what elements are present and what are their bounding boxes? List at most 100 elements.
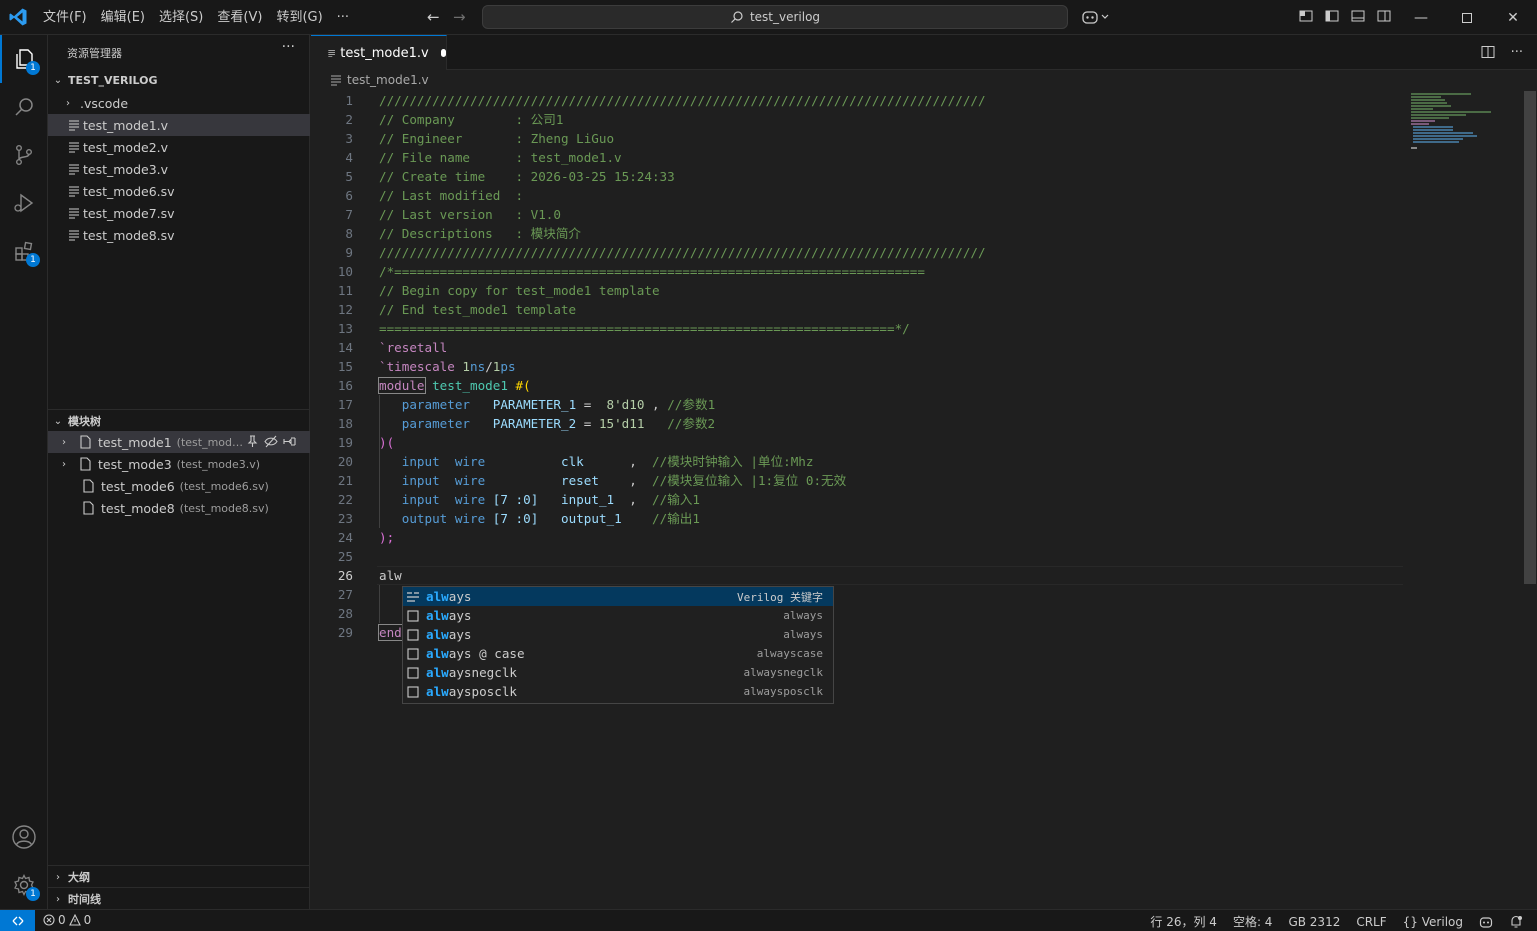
unsaved-dot-icon[interactable]: [440, 49, 446, 57]
maximize-button[interactable]: [1444, 0, 1490, 35]
toggle-primary-sidebar-icon[interactable]: [1325, 9, 1339, 23]
module-item-test-mode8[interactable]: test_mode8 (test_mode8.sv): [48, 497, 310, 519]
search-icon: [731, 11, 743, 23]
code-editor[interactable]: 1 2 3 4 5 6 7 8 9 10 11 12 13 14 15 16 1…: [311, 91, 1537, 909]
source-control-activity[interactable]: [0, 131, 48, 179]
line-number: 11: [337, 283, 353, 298]
close-button[interactable]: ✕: [1490, 0, 1536, 35]
text-file-icon: [69, 208, 79, 219]
suggestion-item[interactable]: alw ays @ case alwayscase: [403, 644, 833, 663]
module-item-test-mode6[interactable]: test_mode6 (test_mode6.sv): [48, 475, 310, 497]
manage-activity[interactable]: 1: [0, 861, 48, 909]
status-bar-right: 行 26，列 4 空格: 4 GB 2312 CRLF {} Verilog: [1150, 913, 1523, 930]
forward-arrow-icon[interactable]: →: [453, 8, 466, 26]
text-file-icon: [331, 75, 341, 86]
workspace-folder-header[interactable]: ⌄ TEST_VERILOG: [48, 69, 310, 91]
extensions-badge: 1: [26, 253, 40, 267]
search-activity[interactable]: [0, 83, 48, 131]
back-arrow-icon[interactable]: ←: [427, 8, 440, 26]
toggle-panel-icon[interactable]: [1351, 9, 1365, 23]
copilot-status-icon[interactable]: [1479, 915, 1493, 929]
line-number: 7: [345, 207, 353, 222]
encoding[interactable]: GB 2312: [1288, 915, 1340, 929]
line-number: 21: [337, 473, 353, 488]
copilot-icon[interactable]: [1081, 9, 1109, 25]
file-test-mode3-v[interactable]: test_mode3.v: [48, 158, 310, 180]
menu-file[interactable]: 文件(F): [36, 0, 94, 35]
module-tree-header[interactable]: ⌄ 模块树: [48, 410, 310, 432]
code-line: // Last modified :: [379, 188, 524, 203]
file-test-mode8-sv[interactable]: test_mode8.sv: [48, 224, 310, 246]
explorer-activity[interactable]: 1: [0, 35, 48, 83]
module-name: test_mode8: [101, 500, 175, 516]
menu-view[interactable]: 查看(V): [210, 0, 269, 35]
tab-test-mode1-v[interactable]: test_mode1.v: [311, 35, 447, 70]
sidebar-more-actions[interactable]: ···: [282, 39, 295, 55]
suggestion-detail: alwaysposclk: [743, 685, 823, 698]
line-number: 3: [345, 131, 353, 146]
suggestion-item[interactable]: alw ays always: [403, 625, 833, 644]
menu-go[interactable]: 转到(G): [269, 0, 329, 35]
line-number: 1: [345, 93, 353, 108]
breadcrumb-file: test_mode1.v: [347, 73, 429, 87]
code-line: // File name : test_mode1.v: [379, 150, 622, 165]
more-actions-icon[interactable]: ···: [1511, 45, 1523, 60]
file-test-mode6-sv[interactable]: test_mode6.sv: [48, 180, 310, 202]
snippet-icon: [406, 647, 420, 661]
folder-vscode[interactable]: › .vscode: [48, 92, 310, 114]
scrollbar-thumb[interactable]: [1524, 91, 1536, 584]
end-of-line[interactable]: CRLF: [1356, 915, 1386, 929]
file-test-mode2-v[interactable]: test_mode2.v: [48, 136, 310, 158]
eye-closed-icon[interactable]: [264, 435, 278, 448]
language-mode[interactable]: {} Verilog: [1403, 915, 1463, 929]
toggle-secondary-sidebar-icon[interactable]: [1377, 9, 1391, 23]
line-number: 10: [337, 264, 353, 279]
accounts-activity[interactable]: [0, 813, 48, 861]
run-debug-activity[interactable]: [0, 179, 48, 227]
tree-item-label: test_mode6.sv: [83, 183, 175, 199]
menu-more[interactable]: ···: [330, 0, 356, 35]
remote-indicator[interactable]: [0, 910, 35, 931]
search-icon: [15, 98, 33, 116]
line-number: 5: [345, 169, 353, 184]
chevron-down-icon: ⌄: [53, 415, 63, 427]
breadcrumb[interactable]: test_mode1.v: [329, 73, 429, 87]
pin-icon[interactable]: [246, 435, 259, 448]
customize-layout-icon[interactable]: [1299, 9, 1313, 23]
timeline-header[interactable]: › 时间线: [48, 888, 310, 910]
warning-icon: [68, 914, 81, 926]
unpin-icon[interactable]: [283, 435, 296, 448]
notifications-bell-icon[interactable]: [1509, 915, 1523, 929]
split-editor-icon[interactable]: [1481, 45, 1495, 59]
vertical-scrollbar[interactable]: [1523, 91, 1537, 909]
account-icon: [12, 825, 36, 849]
problems-indicator[interactable]: 0 0: [43, 913, 91, 927]
module-file-icon: [80, 435, 91, 449]
module-item-test-mode3[interactable]: › test_mode3 (test_mode3.v): [48, 453, 310, 475]
indentation[interactable]: 空格: 4: [1233, 913, 1273, 930]
suggestion-detail: Verilog 关键字: [737, 590, 823, 604]
extensions-activity[interactable]: 1: [0, 227, 48, 275]
module-item-test-mode1[interactable]: › test_mode1 (test_mod…: [48, 431, 310, 453]
menu-selection[interactable]: 选择(S): [152, 0, 210, 35]
file-test-mode1-v[interactable]: test_mode1.v: [48, 114, 310, 136]
tree-item-label: test_mode7.sv: [83, 205, 175, 221]
outline-header[interactable]: › 大纲: [48, 866, 310, 888]
module-description: (test_mode3.v): [176, 457, 261, 471]
suggestion-item[interactable]: alw aysposclk alwaysposclk: [403, 682, 833, 701]
cursor-position[interactable]: 行 26，列 4: [1150, 913, 1217, 930]
warning-count: 0: [83, 913, 92, 927]
menu-edit[interactable]: 编辑(E): [94, 0, 152, 35]
code-line: ////////////////////////////////////////…: [379, 93, 986, 108]
chevron-down-icon: ⌄: [53, 74, 63, 86]
minimize-button[interactable]: —: [1398, 0, 1444, 35]
text-file-icon: [69, 120, 79, 131]
minimap-line: [1411, 96, 1441, 98]
minimap[interactable]: [1409, 91, 1509, 161]
file-test-mode7-sv[interactable]: test_mode7.sv: [48, 202, 310, 224]
command-center-search[interactable]: test_verilog: [482, 5, 1068, 29]
suggestion-item[interactable]: alw ays always: [403, 606, 833, 625]
minimap-line: [1411, 114, 1466, 116]
suggestion-item[interactable]: alw aysnegclk alwaysnegclk: [403, 663, 833, 682]
suggestion-item[interactable]: alw ays Verilog 关键字: [403, 587, 833, 606]
